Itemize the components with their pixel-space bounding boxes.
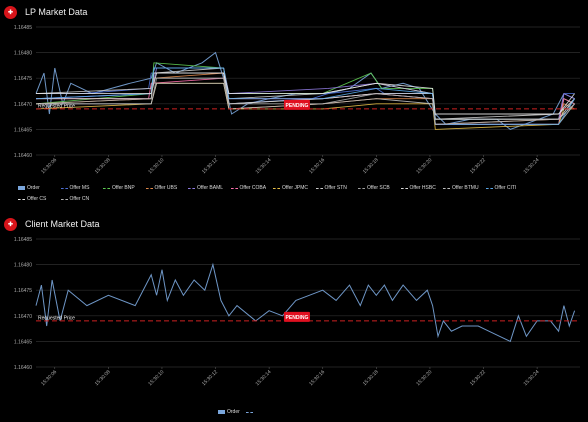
x-tick-label: 15:30:08 (94, 369, 112, 387)
y-tick-label: 1.16460 (14, 365, 32, 371)
legend-item[interactable]: Order (218, 409, 255, 415)
legend-item[interactable]: Offer CITI (485, 185, 517, 191)
lp-market-chart[interactable]: 1.16460 1.16465 1.16470 1.16475 1.16480 1.164… (0, 0, 588, 210)
series-line-offer-hsbc (36, 72, 575, 120)
x-tick-label: 15:30:20 (415, 369, 433, 387)
x-tick-label: 15:30:06 (40, 157, 58, 175)
legend-label: Offer CS (27, 196, 47, 202)
y-tick-label: 1.16465 (14, 339, 32, 345)
legend-swatch (18, 198, 25, 200)
legend-swatch (358, 187, 365, 189)
legend-item[interactable]: Offer BNP (103, 185, 135, 191)
legend-label: Offer HSBC (409, 185, 436, 191)
x-tick-label: 15:30:14 (255, 369, 273, 387)
legend-swatch (60, 198, 68, 200)
x-tick-label: 15:30:24 (523, 369, 541, 387)
x-tick-label: 15:30:12 (201, 157, 219, 175)
legend-item[interactable]: Offer CN (60, 196, 90, 202)
legend-label: Order (27, 185, 40, 191)
legend-label: Offer JPMC (282, 185, 309, 191)
legend-swatch (315, 187, 323, 189)
y-tick-label: 1.16480 (14, 51, 32, 57)
legend-item[interactable]: Offer STN (315, 185, 347, 191)
x-tick-label: 15:30:14 (255, 157, 273, 175)
x-tick-label: 15:30:18 (362, 157, 380, 175)
legend-label: Offer CITI (494, 185, 517, 191)
y-tick-label: 1.16485 (14, 25, 32, 31)
y-tick-label: 1.16460 (14, 153, 32, 159)
legend-item[interactable]: Offer BAML (188, 185, 223, 191)
client-market-chart[interactable]: 1.16460 1.16465 1.16470 1.16475 1.16480 1.164… (0, 212, 588, 422)
x-tick-label: 15:30:10 (147, 369, 165, 387)
x-tick-label: 15:30:12 (201, 369, 219, 387)
legend-label: Order (227, 409, 240, 415)
y-tick-label: 1.16470 (14, 314, 32, 320)
x-tick-label: 15:30:16 (308, 157, 326, 175)
legend-swatch (18, 186, 25, 190)
x-tick-label: 15:30:20 (415, 157, 433, 175)
y-tick-label: 1.16475 (14, 76, 32, 82)
legend-swatch (103, 187, 110, 189)
legend-label: Offer SCB (367, 185, 390, 191)
requested-price-label: Requested Price (38, 315, 75, 321)
x-tick-label: 15:30:06 (40, 369, 58, 387)
lp-market-data-panel: ✚ LP Market Data 1.16460 1.16465 1.16470 1.… (0, 0, 588, 210)
legend-swatch (273, 187, 280, 189)
series-line-order (35, 262, 576, 343)
legend-item[interactable]: Offer HSBC (400, 185, 436, 191)
legend-swatch (60, 187, 68, 189)
legend-item[interactable]: Offer COBA (230, 185, 267, 191)
legend-label: Offer STN (324, 185, 347, 191)
legend-label: Offer BNP (112, 185, 135, 191)
legend-swatch (230, 187, 238, 189)
legend-swatch (443, 187, 450, 189)
series-line-offer-citi (35, 67, 575, 125)
legend-label: Offer MS (69, 185, 90, 191)
legend-swatch (400, 187, 408, 189)
legend-item[interactable]: Offer JPMC (273, 185, 308, 191)
x-tick-label: 15:30:22 (469, 369, 487, 387)
legend-label: Offer UBS (154, 185, 178, 191)
legend-label: Offer COBA (239, 185, 267, 191)
y-tick-label: 1.16470 (14, 102, 32, 108)
legend-swatch (145, 187, 153, 189)
x-tick-label: 15:30:24 (523, 157, 541, 175)
legend-item[interactable]: Order (18, 185, 40, 191)
legend-swatch (485, 187, 493, 189)
requested-price-label: Requested Price (38, 103, 75, 109)
x-tick-label: 15:30:08 (94, 157, 112, 175)
legend-item[interactable]: Offer BTMU (443, 185, 479, 191)
legend-label: Offer BAML (197, 185, 224, 191)
x-tick-label: 15:30:18 (362, 369, 380, 387)
legend-item[interactable]: Offer MS (60, 185, 90, 191)
legend-swatch (188, 187, 195, 189)
legend-label: Offer CN (69, 196, 90, 202)
y-tick-label: 1.16475 (14, 288, 32, 294)
x-tick-label: 15:30:10 (147, 157, 165, 175)
client-market-data-panel: ✚ Client Market Data 1.16460 1.16465 1.164… (0, 212, 588, 422)
x-tick-label: 15:30:22 (469, 157, 487, 175)
legend-item[interactable]: Offer CS (18, 196, 46, 202)
y-tick-label: 1.16485 (14, 237, 32, 243)
y-tick-label: 1.16480 (14, 263, 32, 269)
legend-swatch (245, 411, 253, 413)
pending-badge-label: PENDING (286, 315, 309, 321)
legend-item[interactable]: Offer SCB (358, 185, 390, 191)
x-tick-label: 15:30:16 (308, 369, 326, 387)
legend-label: Offer BTMU (452, 185, 479, 191)
pending-badge-label: PENDING (286, 103, 309, 109)
legend-item[interactable]: Offer UBS (145, 185, 178, 191)
y-tick-label: 1.16465 (14, 127, 32, 133)
legend-swatch (218, 410, 225, 414)
